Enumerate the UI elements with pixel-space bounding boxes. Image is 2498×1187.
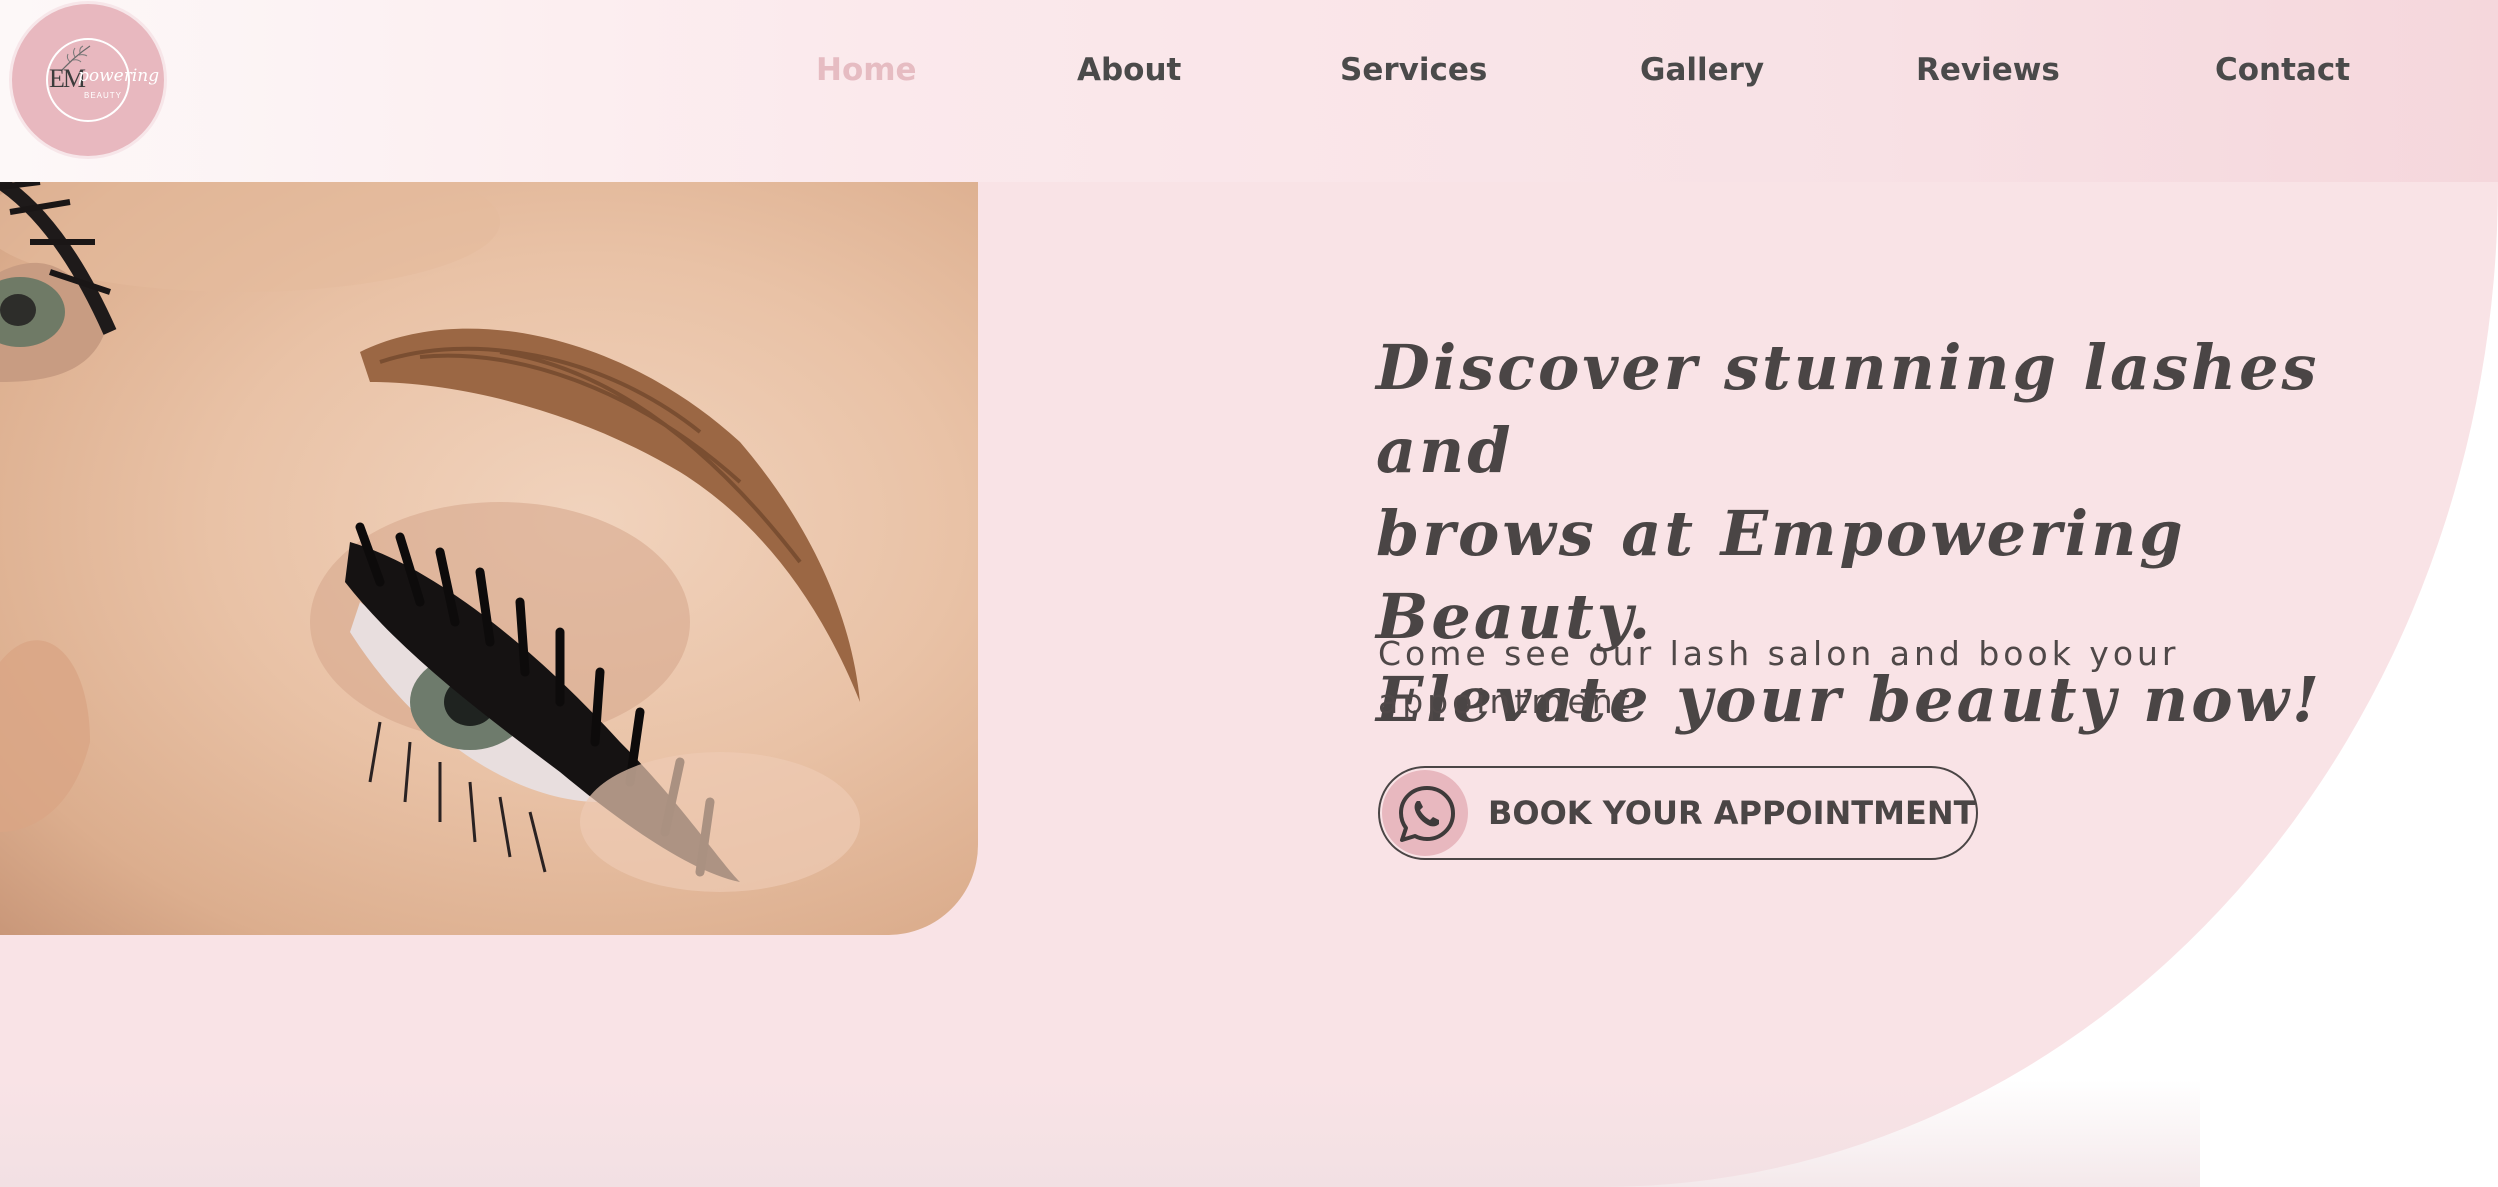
nav-services[interactable]: Services — [1340, 52, 1487, 88]
site-header: EM powering BEAUTY Home About Services G… — [0, 0, 2498, 182]
nav-contact[interactable]: Contact — [2215, 52, 2350, 88]
nav-gallery[interactable]: Gallery — [1640, 52, 1764, 88]
headline-line: Discover stunning lashes and — [1376, 331, 2320, 487]
eye-lash-illustration — [0, 182, 860, 892]
nav-reviews[interactable]: Reviews — [1916, 52, 2060, 88]
cta-label: BOOK YOUR APPOINTMENT — [1488, 794, 1976, 832]
book-appointment-button[interactable]: BOOK YOUR APPOINTMENT — [1378, 766, 1978, 860]
whatsapp-icon — [1399, 786, 1455, 842]
hero-subtitle: Come see our lash salon and book your ap… — [1378, 630, 2238, 726]
nav-home[interactable]: Home — [816, 52, 917, 88]
subtitle-line: appointment — [1378, 682, 1634, 721]
hero-photo — [0, 182, 978, 935]
main-nav: Home About Services Gallery Reviews Cont… — [0, 52, 2498, 102]
nav-about[interactable]: About — [1077, 52, 1181, 88]
hero-bottom-shadow — [0, 1080, 2200, 1187]
cta-icon-circle — [1382, 770, 1468, 856]
subtitle-line: Come see our lash salon and book your — [1378, 634, 2180, 673]
